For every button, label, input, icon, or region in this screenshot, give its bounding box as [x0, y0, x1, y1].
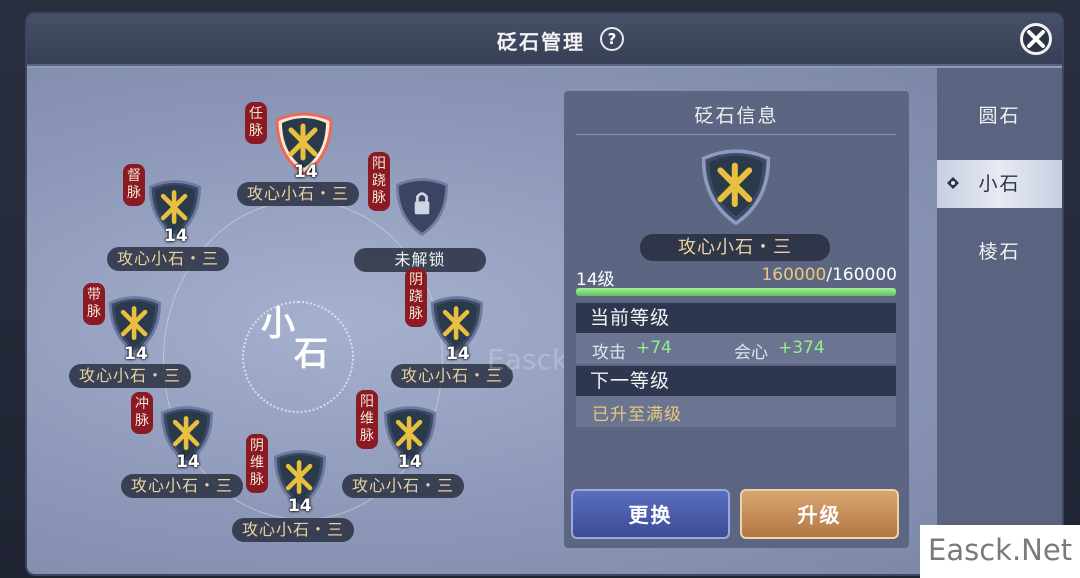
next-level-body: 已升至满级 [576, 396, 896, 427]
stone-level: 14 [164, 226, 188, 246]
tab-prism-stone[interactable]: 棱石 [937, 228, 1062, 276]
locked-slot-icon [395, 178, 449, 236]
bianshi-window: 砭石管理 ? 小 石 任脉 14 攻心小石・三 督脉 14 攻心小石・三 阳跷脉… [27, 14, 1062, 574]
tab-small-stone[interactable]: 小石 [937, 160, 1062, 208]
stone-level: 14 [398, 452, 422, 472]
stone-slot-dumai[interactable]: 督脉 14 攻心小石・三 [107, 152, 267, 282]
exp-current: 160000 [761, 265, 827, 285]
tab-round-stone[interactable]: 圆石 [937, 92, 1062, 140]
divider [576, 134, 896, 135]
watermark-text: Easck.Net [928, 533, 1073, 567]
meridian-tag: 阴维脉 [246, 434, 268, 493]
close-button[interactable] [1020, 23, 1052, 55]
stone-name: 攻心小石・三 [232, 518, 355, 542]
current-level-header: 当前等级 [576, 303, 896, 333]
meridian-tag: 带脉 [83, 283, 105, 325]
selected-marker-icon [947, 177, 959, 189]
window-title: 砭石管理 [497, 30, 585, 54]
stone-slot-daimai[interactable]: 带脉 14 攻心小石・三 [69, 268, 229, 398]
selected-stone-name: 攻心小石・三 [640, 234, 830, 261]
stat-value-attack: +74 [636, 338, 672, 358]
tab-label: 小石 [978, 173, 1021, 195]
exp-text: 160000/160000 [761, 265, 897, 285]
selected-stone-icon [701, 149, 771, 226]
center-label-bottom: 石 [294, 334, 328, 374]
stone-slot-yinweimai[interactable]: 阴维脉 14 攻心小石・三 [232, 424, 392, 554]
meridian-tag: 任脉 [245, 102, 267, 144]
max-level-text: 已升至满级 [592, 405, 682, 425]
meridian-tag: 冲脉 [131, 392, 153, 434]
close-icon [1027, 30, 1045, 48]
center-label-top: 小 [261, 304, 295, 344]
info-title: 砭石信息 [694, 105, 779, 127]
meridian-tag: 阳跷脉 [368, 152, 390, 211]
stone-slot-yangqiaomai[interactable]: 阳跷脉 未解锁 [354, 152, 514, 282]
stone-level: 14 [124, 344, 148, 364]
stat-label-crit: 会心 [734, 343, 768, 363]
current-level-stats: 攻击 +74 会心 +374 [576, 333, 896, 364]
stone-level: 14 [176, 452, 200, 472]
stone-level: 14 [294, 162, 318, 182]
meridian-tag: 督脉 [123, 164, 145, 206]
exp-max: /160000 [826, 265, 897, 285]
stat-value-crit: +374 [778, 338, 825, 358]
stone-info-panel: 砭石信息 攻心小石・三 14级 160000/160000 当前等级 攻击 +7… [564, 91, 909, 548]
upgrade-button[interactable]: 升级 [740, 489, 899, 539]
swap-button[interactable]: 更换 [571, 489, 730, 539]
watermark-box: Easck.Net [920, 525, 1080, 578]
stone-level-text: 14级 [576, 270, 615, 290]
stone-level: 14 [288, 496, 312, 516]
help-button[interactable]: ? [600, 27, 624, 51]
exp-bar-fill [576, 288, 896, 296]
stone-name: 攻心小石・三 [121, 474, 244, 498]
stat-label-attack: 攻击 [592, 343, 626, 363]
meridian-tag: 阴跷脉 [405, 268, 427, 327]
stone-slot-yinqiaomai[interactable]: 阴跷脉 14 攻心小石・三 [391, 268, 551, 398]
stone-level: 14 [446, 344, 470, 364]
side-tab-bar: 圆石 小石 棱石 [937, 68, 1062, 574]
next-level-header: 下一等级 [576, 366, 896, 396]
title-bar: 砭石管理 ? [27, 14, 1062, 66]
exp-bar [576, 288, 896, 296]
